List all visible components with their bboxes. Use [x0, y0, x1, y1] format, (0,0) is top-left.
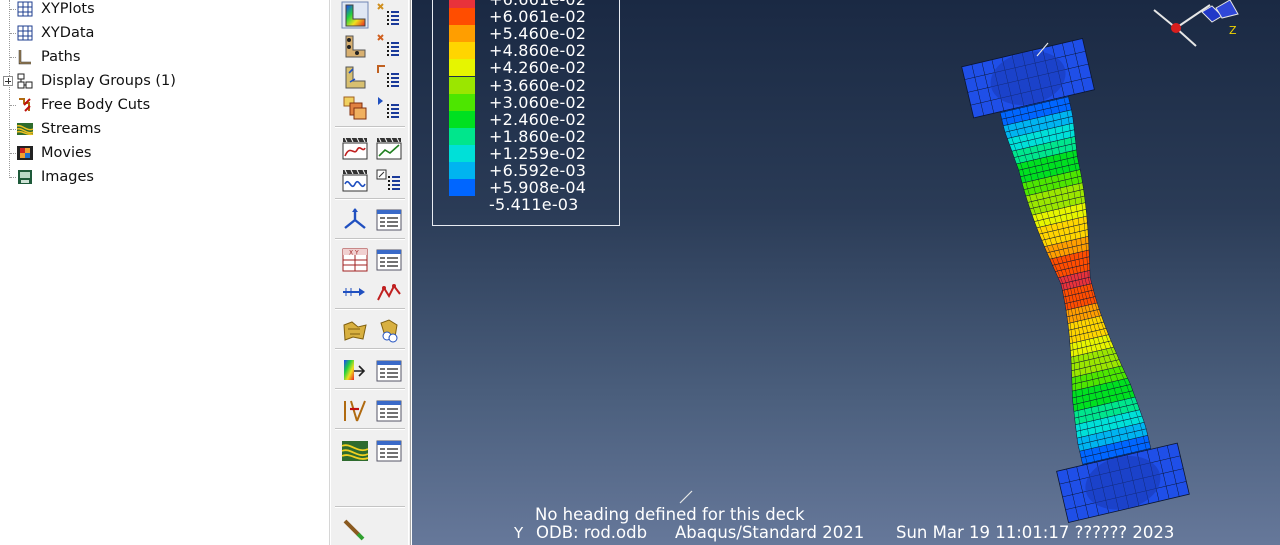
expand-icon[interactable] [3, 76, 13, 86]
allow-multiple-plot-states-icon[interactable] [341, 94, 369, 122]
legend-entry: +2.460e-02 [449, 110, 619, 129]
free-body-cut-manager-icon[interactable] [375, 357, 403, 385]
legend-entry: +1.860e-02 [449, 127, 619, 146]
triad-axes [1153, 0, 1239, 47]
tree-item-label: Paths [41, 49, 81, 65]
model-tree: XYPlots XYData Paths Display Groups (1) Free… [0, 0, 330, 545]
free-body-cut-icon[interactable] [341, 357, 369, 385]
tree-item-label: Display Groups (1) [41, 73, 176, 89]
create-path-icon[interactable] [341, 278, 369, 306]
symbol-options-icon[interactable] [375, 32, 403, 60]
triad-z-label: Z [1229, 24, 1237, 37]
material-orientation-options-icon[interactable] [375, 63, 403, 91]
legend-swatch [449, 8, 475, 26]
animation-options-icon[interactable] [375, 166, 403, 194]
contour-legend: +6.661e-02+6.061e-02+5.460e-02+4.860e-02… [432, 0, 620, 226]
step-datetime: Sun Mar 19 11:01:17 ?????? 2023 [896, 523, 1175, 542]
viewport[interactable]: +6.661e-02+6.061e-02+5.460e-02+4.860e-02… [412, 0, 1280, 545]
legend-swatch [449, 179, 475, 197]
display-group-manager-icon[interactable] [375, 317, 403, 345]
legend-swatch [449, 76, 475, 94]
tree-item-label: XYPlots [41, 1, 95, 17]
view-cut-options-icon[interactable] [375, 206, 403, 234]
superimpose-options-icon[interactable] [375, 94, 403, 122]
tree-item-label: XYData [41, 25, 95, 41]
legend-entry: +3.660e-02 [449, 76, 619, 95]
view-triad: Z [1153, 0, 1239, 47]
legend-entry: -5.411e-03 [449, 195, 619, 215]
animate-time-history-icon[interactable] [375, 134, 403, 162]
toolbox-separator [335, 198, 405, 200]
field-output-manager-icon[interactable] [375, 437, 403, 465]
tree-item-label: Free Body Cuts [41, 97, 151, 113]
toolbox-separator [335, 348, 405, 350]
boundary-marker [679, 490, 693, 504]
xydata-icon [17, 25, 33, 41]
legend-entry: +3.060e-02 [449, 93, 619, 112]
solver-version: Abaqus/Standard 2021 [675, 523, 865, 542]
toolbox-separator [335, 308, 405, 310]
free-body-cut-icon [19, 98, 31, 112]
xy-data-manager-icon[interactable] [375, 246, 403, 274]
legend-swatch [449, 93, 475, 111]
create-field-output-icon[interactable] [341, 437, 369, 465]
tree-item-label: Streams [41, 121, 102, 137]
view-cut-manager-icon[interactable] [341, 206, 369, 234]
tree-item-movies[interactable]: Movies [0, 142, 320, 164]
create-display-group-icon[interactable] [341, 317, 369, 345]
create-xy-plot-icon[interactable] [375, 278, 403, 306]
movies-icon [17, 146, 33, 160]
legend-entry: +6.592e-03 [449, 161, 619, 180]
toolbox-separator [335, 506, 405, 508]
legend-entry: +5.460e-02 [449, 24, 619, 43]
legend-swatch [449, 144, 475, 162]
path-icon [18, 50, 31, 65]
legend-entry: +4.860e-02 [449, 41, 619, 60]
legend-swatch [449, 42, 475, 60]
tree-item-xydata[interactable]: XYData [0, 22, 320, 44]
tree-item-streams[interactable]: Streams [0, 118, 320, 140]
viewport-heading: No heading defined for this deck [535, 505, 805, 524]
tree-item-label: Images [41, 169, 94, 185]
create-stream-icon[interactable] [341, 397, 369, 425]
query-tool-icon[interactable] [341, 515, 369, 543]
legend-swatch [449, 59, 475, 77]
legend-entry: +5.908e-04 [449, 178, 619, 197]
contour-options-icon[interactable] [375, 1, 403, 29]
toolbox-separator [335, 428, 405, 430]
tree-item-paths[interactable]: Paths [0, 46, 320, 68]
legend-entry: +4.260e-02 [449, 58, 619, 77]
legend-entry: +6.061e-02 [449, 7, 619, 26]
svg-text:X Y: X Y [349, 250, 359, 257]
legend-swatch [449, 127, 475, 145]
create-xy-data-icon[interactable]: X Y [341, 246, 369, 274]
streams-icon [16, 123, 34, 136]
tree-item-free-body-cuts[interactable]: Free Body Cuts [0, 94, 320, 116]
legend-swatch [449, 0, 475, 9]
animate-harmonic-icon[interactable] [341, 166, 369, 194]
triad-y-label: Y [514, 524, 524, 542]
plot-symbols-icon[interactable] [341, 32, 369, 60]
odb-name: ODB: rod.odb [536, 523, 648, 542]
toolbox-separator [335, 388, 405, 390]
legend-swatch [449, 25, 475, 43]
images-icon [18, 170, 32, 184]
stream-manager-icon[interactable] [375, 397, 403, 425]
xyplots-icon [17, 1, 33, 17]
tree-item-xyplots[interactable]: XYPlots [0, 0, 320, 20]
legend-swatch [449, 110, 475, 128]
tree-item-images[interactable]: Images [0, 166, 320, 188]
animate-scale-factor-icon[interactable] [341, 134, 369, 162]
toolbox-separator [335, 238, 405, 240]
tree-item-label: Movies [41, 145, 92, 161]
display-groups-icon [17, 73, 33, 89]
toolbox-separator [335, 126, 405, 128]
legend-label: -5.411e-03 [489, 195, 579, 215]
legend-entry: +1.259e-02 [449, 144, 619, 163]
legend-swatch [449, 162, 475, 180]
plot-material-orientations-icon[interactable] [341, 63, 369, 91]
tree-item-display-groups-1[interactable]: Display Groups (1) [0, 70, 320, 92]
plot-contours-icon[interactable] [341, 1, 369, 29]
visualization-toolbox: X Y [331, 0, 411, 545]
